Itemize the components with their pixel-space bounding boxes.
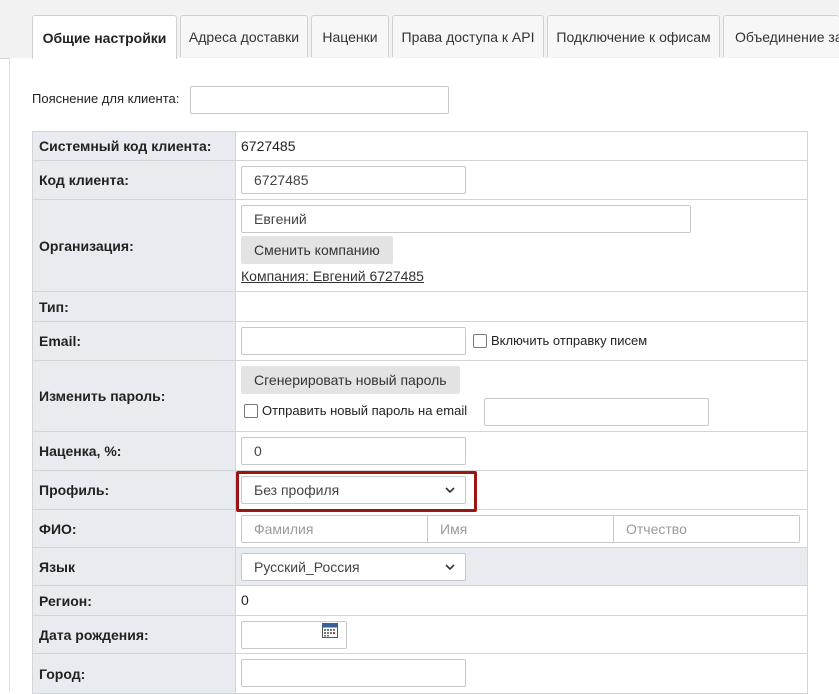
company-link[interactable]: Компания: Евгений 6727485 (241, 268, 424, 284)
birth-date-cell (235, 615, 808, 654)
row-system-code: Системный код клиента: 6727485 (32, 131, 808, 161)
fio-cell (235, 509, 808, 548)
middle-name-input[interactable] (614, 516, 799, 542)
row-fio: ФИО: (32, 509, 808, 548)
language-cell: Русский_Россия (235, 547, 808, 586)
email-cell: Включить отправку писем (235, 321, 808, 361)
send-password-email-input[interactable] (484, 398, 709, 426)
fio-input-group (241, 515, 800, 543)
row-client-code: Код клиента: (32, 160, 808, 200)
fio-label: ФИО: (32, 509, 236, 548)
calendar-icon[interactable] (322, 622, 338, 638)
enable-mail-option[interactable]: Включить отправку писем (473, 333, 647, 348)
row-region: Регион: 0 (32, 585, 808, 616)
system-code-label: Системный код клиента: (32, 131, 236, 161)
region-label: Регион: (32, 585, 236, 616)
region-value: 0 (241, 592, 249, 608)
profile-cell: Без профиля (235, 470, 808, 510)
enable-mail-checkbox[interactable] (473, 333, 487, 348)
tab-merge[interactable]: Объединение за (723, 15, 839, 57)
city-cell (235, 653, 808, 694)
client-code-cell (235, 160, 808, 200)
row-language: Язык Русский_Россия (32, 547, 808, 586)
row-type: Тип: (32, 291, 808, 322)
last-name-input[interactable] (242, 516, 428, 542)
change-company-button[interactable]: Сменить компанию (241, 236, 393, 264)
send-password-checkbox[interactable] (244, 403, 258, 418)
language-label: Язык (32, 547, 236, 586)
email-input[interactable] (241, 327, 466, 355)
markup-input[interactable] (241, 437, 466, 465)
language-select[interactable]: Русский_Россия (241, 553, 466, 581)
first-name-input[interactable] (428, 516, 614, 542)
password-label: Изменить пароль: (32, 360, 236, 432)
email-label: Email: (32, 321, 236, 361)
row-password: Изменить пароль: Сгенерировать новый пар… (32, 360, 808, 432)
row-city: Город: (32, 653, 808, 694)
system-code-value: 6727485 (241, 138, 296, 154)
chevron-down-icon (445, 564, 455, 571)
markup-label: Наценка, %: (32, 431, 236, 471)
row-email: Email: Включить отправку писем (32, 321, 808, 361)
organization-label: Организация: (32, 199, 236, 292)
generate-password-button[interactable]: Сгенерировать новый пароль (241, 366, 460, 394)
row-markup: Наценка, %: (32, 431, 808, 471)
tab-api-access[interactable]: Права доступа к API (392, 15, 544, 57)
profile-selected: Без профиля (254, 482, 340, 498)
type-cell (235, 291, 808, 322)
send-password-label: Отправить новый пароль на email (262, 403, 468, 418)
send-password-option[interactable]: Отправить новый пароль на email (244, 403, 467, 418)
type-label: Тип: (32, 291, 236, 322)
profile-label: Профиль: (32, 470, 236, 510)
organization-input[interactable] (241, 205, 691, 233)
row-birth-date: Дата рождения: (32, 615, 808, 654)
markup-cell (235, 431, 808, 471)
tab-delivery-addresses[interactable]: Адреса доставки (180, 15, 308, 57)
tab-markups[interactable]: Наценки (311, 15, 389, 57)
client-form-table: Системный код клиента: 6727485 Код клиен… (32, 131, 808, 694)
client-hint-input[interactable] (190, 86, 449, 114)
client-code-label: Код клиента: (32, 160, 236, 200)
region-cell: 0 (235, 585, 808, 616)
organization-cell: Сменить компанию Компания: Евгений 67274… (235, 199, 808, 292)
tab-bar: Общие настройки Адреса доставки Наценки … (0, 0, 839, 59)
city-label: Город: (32, 653, 236, 694)
tab-office-connection[interactable]: Подключение к офисам (547, 15, 720, 57)
client-code-input[interactable] (241, 166, 466, 194)
chevron-down-icon (445, 487, 455, 494)
client-hint-label: Пояснение для клиента: (32, 91, 180, 106)
city-input[interactable] (241, 659, 466, 687)
tab-general-settings[interactable]: Общие настройки (32, 15, 177, 59)
language-selected: Русский_Россия (254, 559, 360, 575)
profile-select[interactable]: Без профиля (241, 476, 466, 504)
system-code-cell: 6727485 (235, 131, 808, 161)
birth-date-label: Дата рождения: (32, 615, 236, 654)
row-organization: Организация: Сменить компанию Компания: … (32, 199, 808, 292)
enable-mail-label: Включить отправку писем (491, 333, 648, 348)
password-cell: Сгенерировать новый пароль Отправить нов… (235, 360, 808, 432)
row-profile: Профиль: Без профиля (32, 470, 808, 510)
